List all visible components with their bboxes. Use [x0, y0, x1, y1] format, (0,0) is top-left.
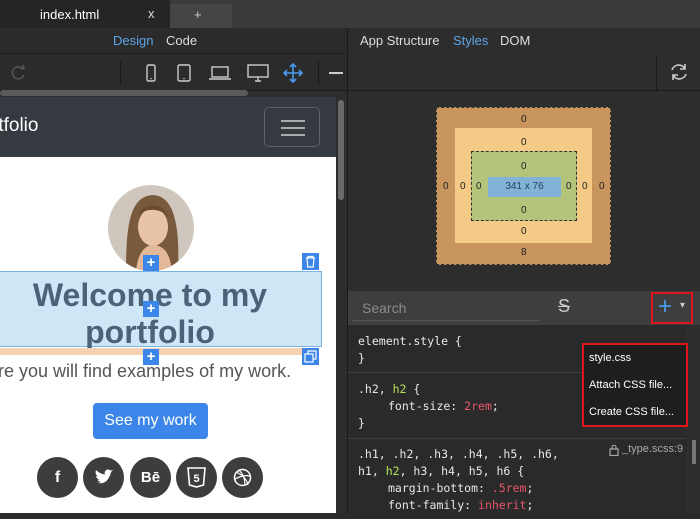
- rule-close-brace: }: [358, 351, 365, 365]
- twitter-bird-glyph: [95, 469, 113, 484]
- preview-lead-text[interactable]: ere you will find examples of my work.: [0, 361, 291, 382]
- navbar-brand[interactable]: rtfolio: [0, 115, 38, 137]
- toolbar-divider: [318, 61, 319, 85]
- horizontal-scrollbar[interactable]: [0, 90, 248, 96]
- chevron-down-icon[interactable]: ▾: [680, 300, 685, 311]
- margin-right-value[interactable]: 0: [599, 181, 605, 192]
- border-right-value[interactable]: 0: [582, 181, 588, 192]
- mode-code-tab[interactable]: Code: [166, 33, 197, 48]
- rule-declaration-font-family[interactable]: font-family: inherit;: [388, 498, 533, 512]
- editor-mode-bar: Design Code: [0, 28, 347, 54]
- box-model-content[interactable]: 341 x 76: [488, 177, 561, 197]
- rule-declaration-font-size[interactable]: font-size: 2rem;: [388, 399, 499, 413]
- editor-toolbar: [0, 55, 347, 91]
- rule-declaration-margin-bottom[interactable]: margin-bottom: .5rem;: [388, 481, 533, 495]
- tab-dom[interactable]: DOM: [500, 33, 530, 48]
- hamburger-icon: [281, 127, 305, 129]
- rule-close-brace: }: [358, 416, 365, 430]
- border-bottom-value[interactable]: 0: [521, 226, 527, 237]
- html5-number: 5: [193, 473, 199, 485]
- new-tab-button[interactable]: +: [170, 4, 232, 28]
- toolbar-divider: [656, 55, 657, 91]
- padding-left-value[interactable]: 0: [476, 181, 482, 192]
- rule-selector: element.style {: [358, 334, 462, 348]
- tab-close-button[interactable]: x: [148, 6, 155, 21]
- tab-index-html[interactable]: index.html x: [0, 0, 170, 28]
- tab-app-structure[interactable]: App Structure: [360, 33, 440, 48]
- strike-glyph: S: [557, 296, 570, 316]
- facebook-icon[interactable]: f: [37, 457, 78, 498]
- toolbar-divider: [120, 61, 121, 85]
- hamburger-icon: [281, 134, 305, 136]
- minimize-icon[interactable]: [329, 72, 343, 74]
- rule-selector-line-1: .h1, .h2, .h3, .h4, .h5, .h6,: [358, 447, 559, 461]
- strikethrough-filter-icon[interactable]: S: [552, 296, 576, 320]
- panel-tab-bar: App Structure Styles DOM: [348, 28, 700, 54]
- menu-item-style-css[interactable]: style.css: [589, 352, 631, 364]
- padding-right-value[interactable]: 0: [566, 181, 572, 192]
- fit-to-screen-icon[interactable]: [283, 63, 303, 83]
- trash-icon: [306, 255, 315, 268]
- preview-navbar[interactable]: rtfolio: [0, 97, 336, 157]
- canvas-scroll-thumb[interactable]: [338, 100, 344, 200]
- twitter-icon[interactable]: [83, 457, 124, 498]
- html5-shield-glyph: 5: [187, 467, 206, 488]
- add-element-button[interactable]: +: [143, 255, 159, 271]
- margin-left-value[interactable]: 0: [443, 181, 449, 192]
- design-canvas[interactable]: rtfolio Welcome to my portfolio + + + er…: [0, 97, 336, 513]
- see-my-work-button[interactable]: See my work: [93, 403, 208, 439]
- laptop-view-icon[interactable]: [208, 63, 232, 83]
- rules-scrollbar[interactable]: [687, 325, 700, 513]
- refresh-icon[interactable]: [668, 61, 690, 83]
- margin-top-value[interactable]: 0: [521, 114, 527, 125]
- desktop-view-icon[interactable]: [246, 63, 270, 83]
- style-search-input[interactable]: [352, 295, 540, 321]
- tab-label: index.html: [40, 7, 100, 22]
- add-element-button[interactable]: +: [143, 301, 159, 317]
- tab-styles[interactable]: Styles: [453, 33, 488, 48]
- redo-icon[interactable]: [8, 63, 28, 83]
- phone-view-icon[interactable]: [141, 63, 161, 83]
- border-top-value[interactable]: 0: [521, 137, 527, 148]
- tablet-view-icon[interactable]: [174, 63, 194, 83]
- navbar-toggler-button[interactable]: [264, 107, 320, 147]
- panel-toolbar: [348, 55, 700, 91]
- padding-top-value[interactable]: 0: [521, 161, 527, 172]
- behance-icon[interactable]: Bē: [130, 457, 171, 498]
- html5-icon[interactable]: 5: [176, 457, 217, 498]
- duplicate-element-button[interactable]: [302, 348, 319, 365]
- menu-item-attach-css-file[interactable]: Attach CSS file...: [589, 379, 672, 391]
- dribbble-ball-glyph: [233, 468, 252, 487]
- rules-scroll-thumb[interactable]: [692, 440, 696, 464]
- new-tab-label: +: [194, 7, 202, 22]
- add-css-dropdown-menu: style.css Attach CSS file... Create CSS …: [582, 343, 688, 427]
- rule-source-file-link[interactable]: _type.scss:9: [622, 443, 683, 455]
- dribbble-icon[interactable]: [222, 457, 263, 498]
- margin-bottom-value[interactable]: 8: [521, 247, 527, 258]
- lock-icon: [609, 444, 619, 456]
- padding-bottom-value[interactable]: 0: [521, 205, 527, 216]
- plus-icon[interactable]: +: [658, 294, 672, 320]
- border-left-value[interactable]: 0: [460, 181, 466, 192]
- delete-element-button[interactable]: [302, 253, 319, 270]
- rule-selector-line-2: h1, h2, h3, h4, h5, h6 {: [358, 464, 525, 478]
- hamburger-icon: [281, 120, 305, 122]
- menu-item-create-css-file[interactable]: Create CSS file...: [589, 406, 674, 418]
- mode-design-tab[interactable]: Design: [113, 33, 153, 48]
- rule-selector: .h2, h2 {: [358, 382, 421, 396]
- copy-icon: [304, 350, 317, 363]
